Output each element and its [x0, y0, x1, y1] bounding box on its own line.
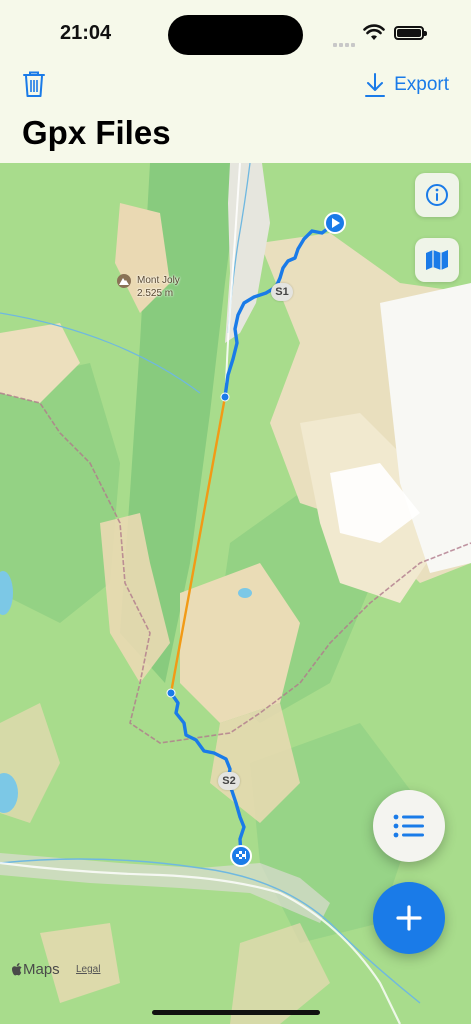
- map-mode-button[interactable]: [415, 238, 459, 282]
- info-button[interactable]: [415, 173, 459, 217]
- poi-mont-joly[interactable]: Mont Joly 2.525 m: [117, 274, 180, 300]
- maps-logo-text: Maps: [23, 961, 60, 978]
- download-icon: [365, 73, 386, 97]
- connector-line: [169, 396, 227, 694]
- info-icon: [426, 184, 448, 206]
- map-icon: [426, 250, 448, 270]
- list-icon: [393, 814, 424, 838]
- waypoint-dot: [166, 688, 176, 698]
- plus-icon: [396, 905, 422, 931]
- segment-label-s1[interactable]: S1: [271, 283, 293, 301]
- maps-attribution: Maps: [12, 961, 60, 978]
- poi-name: Mont Joly: [137, 275, 180, 286]
- export-label: Export: [394, 74, 449, 95]
- wifi-icon: [363, 24, 385, 40]
- home-indicator: [152, 1010, 320, 1015]
- status-time: 21:04: [60, 22, 112, 44]
- cellular-signal-icon: [333, 34, 357, 52]
- page-title: Gpx Files: [22, 114, 171, 151]
- poi-elevation: 2.525 m: [137, 288, 174, 299]
- waypoint-dot: [220, 392, 230, 402]
- dynamic-island: [168, 15, 303, 55]
- battery-icon: [394, 26, 427, 40]
- segment-label-s2[interactable]: S2: [218, 772, 240, 790]
- list-button[interactable]: [373, 790, 445, 862]
- trash-icon[interactable]: [22, 70, 46, 98]
- add-button[interactable]: [373, 882, 445, 954]
- export-button[interactable]: Export: [364, 72, 449, 98]
- mountain-icon: [117, 274, 131, 288]
- legal-link[interactable]: Legal: [76, 964, 100, 975]
- track-segment-1: [223, 221, 337, 399]
- apple-logo-icon: [12, 963, 22, 976]
- status-bar: 21:04: [0, 0, 471, 60]
